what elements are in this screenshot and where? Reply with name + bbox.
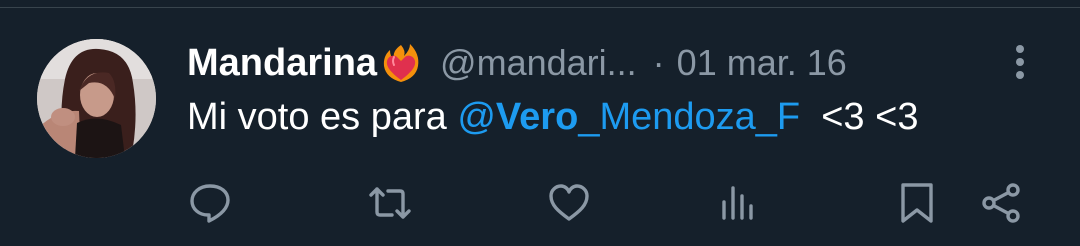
top-divider <box>0 7 1080 8</box>
mention-link[interactable]: @Vero_Mendoza_F <box>457 96 800 138</box>
display-name[interactable]: Mandarina <box>187 42 377 85</box>
tweet-header: Mandarina @mandari... · 01 mar. 16 <box>187 38 847 88</box>
mention-at: @ <box>457 96 496 138</box>
tweet-text-suffix: <3 <3 <box>800 96 919 138</box>
heart-icon[interactable] <box>546 180 592 226</box>
views-icon[interactable] <box>715 180 761 226</box>
more-options-icon[interactable] <box>1005 42 1035 82</box>
mention-rest: _Mendoza_F <box>578 96 801 138</box>
mention-highlight: Vero <box>495 96 579 138</box>
reply-icon[interactable] <box>187 180 233 226</box>
bookmark-icon[interactable] <box>894 180 940 226</box>
share-icon[interactable] <box>979 180 1025 226</box>
tweet-text: Mi voto es para @Vero_Mendoza_F <3 <3 <box>187 96 918 139</box>
tweet-date[interactable]: 01 mar. 16 <box>677 42 847 84</box>
tweet-text-prefix: Mi voto es para <box>187 96 458 138</box>
heart-on-fire-icon <box>380 42 422 84</box>
user-handle[interactable]: @mandari... <box>440 42 637 84</box>
retweet-icon[interactable] <box>367 180 413 226</box>
separator-dot: · <box>652 42 665 83</box>
avatar[interactable] <box>37 39 156 158</box>
